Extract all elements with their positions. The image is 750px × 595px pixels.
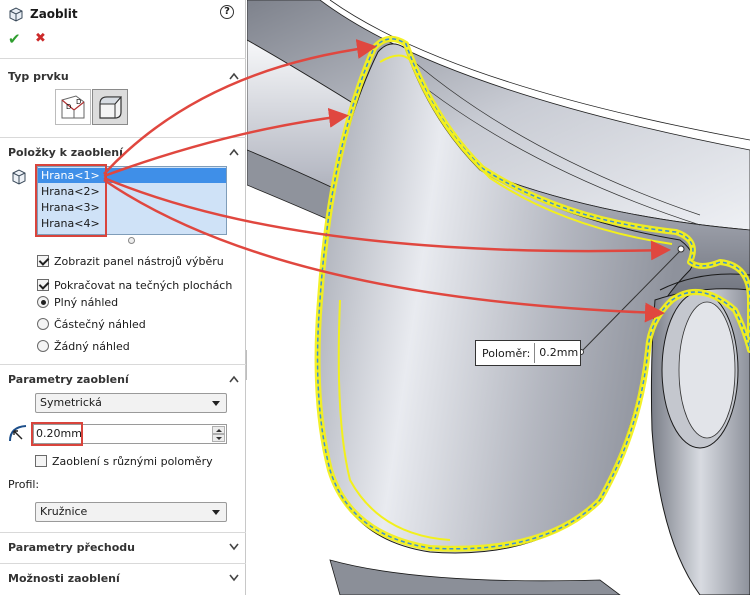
fillet-constant-button[interactable]: D D <box>55 89 91 125</box>
dropdown-arrow-icon <box>212 401 220 406</box>
help-icon[interactable]: ? <box>220 5 234 19</box>
tangent-propagation-option[interactable]: Pokračovat na tečných plochách <box>37 278 232 292</box>
spin-up-icon[interactable] <box>212 426 225 434</box>
profile-label: Profil: <box>8 478 40 491</box>
fillet-method-select[interactable]: Symetrická <box>35 393 227 413</box>
section-params-title[interactable]: Parametry zaoblení <box>8 373 129 386</box>
edge-selection-icon <box>12 169 26 185</box>
fillet-constant-icon: D D <box>61 95 85 119</box>
preview-full-option[interactable]: Plný náhled <box>37 295 118 309</box>
callout-label: Poloměr: <box>482 346 531 360</box>
model-render <box>247 0 750 595</box>
fillet-feature-icon <box>9 7 23 22</box>
chevron-down-icon[interactable] <box>229 574 239 582</box>
preview-partial-option[interactable]: Částečný náhled <box>37 317 146 331</box>
preview-none-radio[interactable] <box>37 340 49 352</box>
chevron-up-icon[interactable] <box>229 148 239 156</box>
graphics-viewport[interactable] <box>247 0 750 595</box>
preview-none-option[interactable]: Žádný náhled <box>37 339 130 353</box>
show-toolbar-checkbox[interactable] <box>37 255 49 267</box>
section-items-title[interactable]: Položky k zaoblení <box>8 146 123 159</box>
profile-value: Kružnice <box>40 505 88 518</box>
fillet-face-button[interactable] <box>92 89 128 125</box>
preview-none-label: Žádný náhled <box>54 339 130 353</box>
fillet-face-icon <box>99 96 123 119</box>
radius-spinner[interactable] <box>212 426 225 442</box>
show-selection-toolbar-option[interactable]: Zobrazit panel nástrojů výběru <box>37 254 224 268</box>
divider <box>0 532 246 533</box>
svg-text:D: D <box>76 98 81 106</box>
panel-title: Zaoblit <box>30 7 78 21</box>
multi-radius-option[interactable]: Zaoblení s různými poloměry <box>35 454 213 468</box>
edge-list-highlight-frame <box>35 164 107 237</box>
preview-full-radio[interactable] <box>37 296 49 308</box>
section-feature-type-title[interactable]: Typ prvku <box>8 70 69 83</box>
divider <box>0 137 246 138</box>
divider <box>0 364 246 365</box>
chevron-down-icon[interactable] <box>229 543 239 551</box>
svg-text:D: D <box>66 103 71 111</box>
preview-full-label: Plný náhled <box>54 295 119 309</box>
radius-highlight-frame <box>31 422 83 446</box>
profile-select[interactable]: Kružnice <box>35 502 227 522</box>
multi-radius-checkbox[interactable] <box>35 455 47 467</box>
section-options-title[interactable]: Možnosti zaoblení <box>8 572 120 585</box>
divider <box>0 58 246 59</box>
radius-icon <box>9 425 27 442</box>
show-toolbar-label: Zobrazit panel nástrojů výběru <box>54 254 224 268</box>
fillet-method-value: Symetrická <box>40 396 102 409</box>
panel-header: Zaoblit <box>8 4 78 24</box>
tangent-label: Pokračovat na tečných plochách <box>54 278 233 292</box>
property-manager-panel: Zaoblit ? ✔ ✖ Typ prvku D D Položky k za… <box>0 0 246 595</box>
chevron-up-icon[interactable] <box>229 375 239 383</box>
chevron-up-icon[interactable] <box>229 72 239 80</box>
multi-radius-label: Zaoblení s různými poloměry <box>52 454 213 468</box>
tangent-checkbox[interactable] <box>37 279 49 291</box>
spin-down-icon[interactable] <box>212 434 225 442</box>
ok-button[interactable]: ✔ <box>8 31 21 47</box>
preview-partial-radio[interactable] <box>37 318 49 330</box>
divider <box>0 563 246 564</box>
radius-callout[interactable]: Poloměr: 0.2mm <box>475 340 581 366</box>
preview-partial-label: Částečný náhled <box>54 317 146 331</box>
callout-value[interactable]: 0.2mm <box>534 343 580 363</box>
dropdown-arrow-icon <box>212 510 220 515</box>
list-resize-handle[interactable] <box>128 237 135 244</box>
section-transition-title[interactable]: Parametry přechodu <box>8 541 135 554</box>
cancel-button[interactable]: ✖ <box>35 31 46 47</box>
